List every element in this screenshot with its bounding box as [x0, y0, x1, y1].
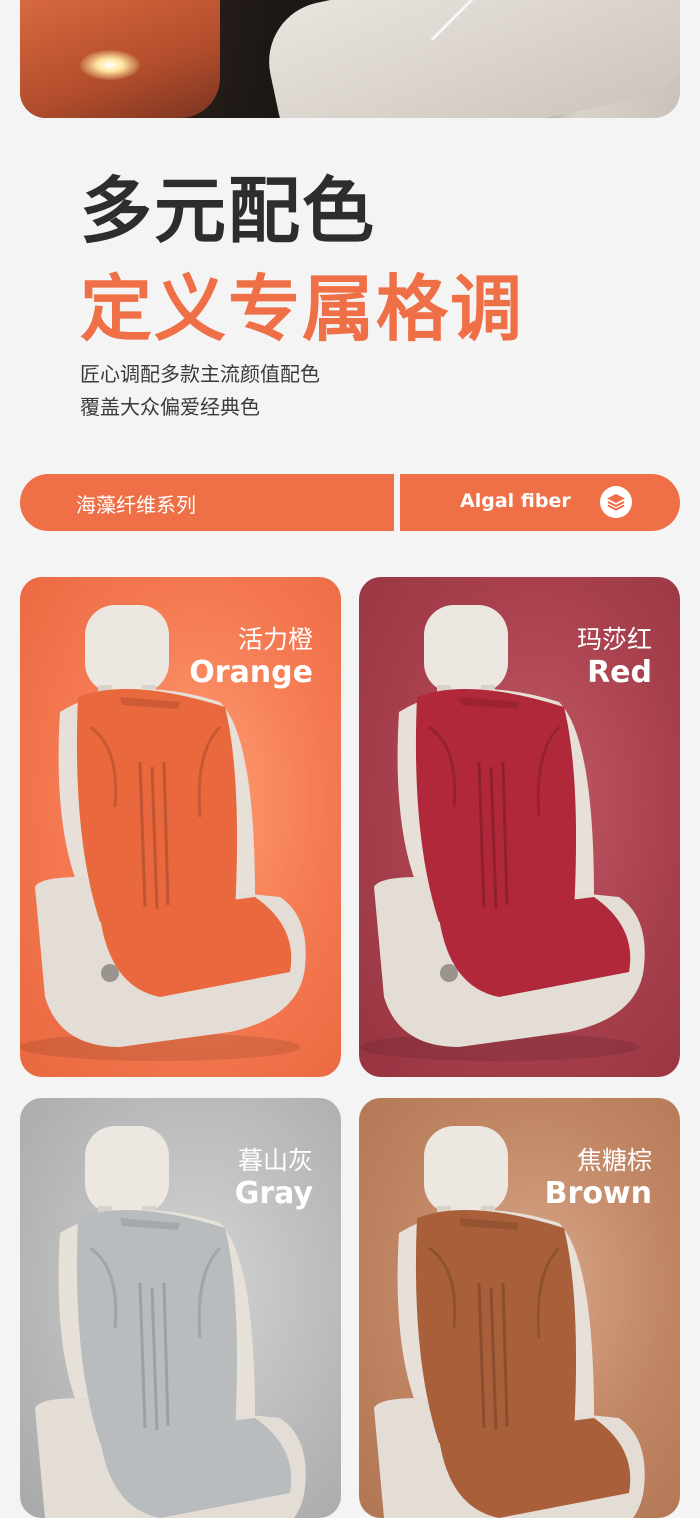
color-card-red[interactable]: 玛莎红 Red [359, 577, 680, 1077]
description-line: 匠心调配多款主流颜值配色 [80, 362, 320, 386]
subheadline: 定义专属格调 [80, 267, 525, 351]
layers-icon [600, 486, 632, 518]
color-card-gray[interactable]: 暮山灰 Gray [20, 1098, 341, 1518]
color-label: 活力橙 Orange [189, 625, 313, 691]
color-name-en: Orange [189, 655, 313, 690]
color-name-cn: 暮山灰 [237, 1146, 313, 1175]
series-bar-cn: 海藻纤维系列 [20, 474, 394, 531]
color-name-en: Red [587, 655, 652, 690]
color-card-orange[interactable]: 活力橙 Orange [20, 577, 341, 1077]
series-name-cn: 海藻纤维系列 [76, 493, 196, 517]
color-label: 暮山灰 Gray [235, 1146, 313, 1212]
description-line: 覆盖大众偏爱经典色 [80, 395, 260, 419]
series-name-en: Algal fiber [460, 490, 571, 512]
color-name-cn: 玛莎红 [576, 625, 652, 654]
color-label: 玛莎红 Red [577, 625, 652, 691]
color-card-brown[interactable]: 焦糖棕 Brown [359, 1098, 680, 1518]
series-bar-en: Algal fiber [400, 474, 680, 531]
color-label: 焦糖棕 Brown [545, 1146, 652, 1212]
color-name-cn: 焦糖棕 [576, 1146, 652, 1175]
color-name-cn: 活力橙 [237, 625, 313, 654]
hero-photo [20, 0, 680, 118]
headline: 多元配色 [80, 169, 377, 253]
color-name-en: Gray [234, 1176, 313, 1211]
color-name-en: Brown [544, 1176, 652, 1211]
description: 匠心调配多款主流颜值配色 覆盖大众偏爱经典色 [80, 358, 320, 424]
